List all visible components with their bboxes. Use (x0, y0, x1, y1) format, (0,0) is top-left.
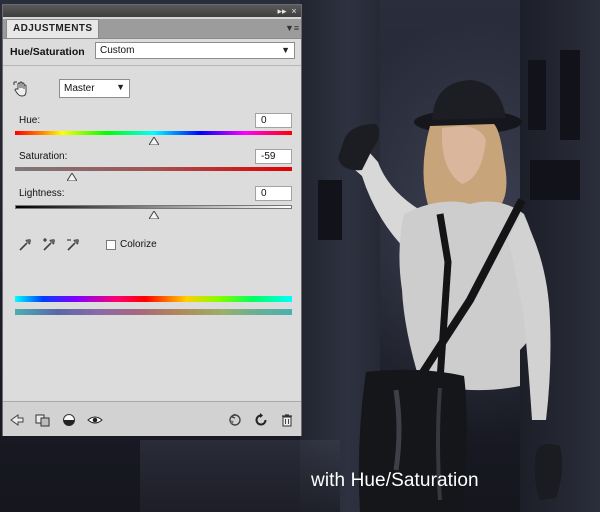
saturation-label: Saturation: (19, 151, 68, 162)
hue-label: Hue: (19, 115, 41, 126)
eye-icon[interactable] (87, 412, 103, 428)
saturation-slider-track[interactable] (15, 167, 292, 171)
reset-icon[interactable] (253, 412, 269, 428)
preset-value: Custom (100, 45, 135, 56)
panel-footer (3, 401, 301, 436)
close-icon[interactable]: × (289, 5, 299, 17)
eyedropper-minus-icon[interactable] (65, 237, 81, 253)
trash-icon[interactable] (279, 412, 295, 428)
lightness-label: Lightness: (19, 188, 65, 199)
lightness-value-field[interactable]: 0 (255, 186, 292, 201)
input-color-spectrum (15, 296, 292, 302)
chevron-down-icon: ▼ (281, 45, 290, 55)
channel-value: Master (64, 83, 95, 94)
view-previous-icon[interactable] (227, 412, 243, 428)
back-arrow-icon[interactable] (9, 412, 25, 428)
saturation-slider-thumb[interactable] (66, 173, 77, 181)
chevron-down-icon: ▼ (116, 82, 125, 92)
panel-body: Hue/Saturation Custom ▼ Master ▼ Hue: 0 … (3, 39, 301, 401)
panel-title-strip[interactable]: ▸▸ × (3, 5, 301, 17)
preset-dropdown[interactable]: Custom ▼ (95, 42, 295, 59)
output-color-spectrum (15, 309, 292, 315)
divider (3, 65, 301, 66)
hue-value-field[interactable]: 0 (255, 113, 292, 128)
caption-text: with Hue/Saturation (311, 470, 479, 491)
targeted-adjustment-hand-icon[interactable] (13, 81, 31, 99)
colorize-label: Colorize (120, 239, 157, 250)
eyedropper-plus-icon[interactable] (41, 237, 57, 253)
visibility-eye-icon[interactable] (61, 412, 77, 428)
colorize-checkbox[interactable] (106, 240, 116, 250)
panel-menu-icon[interactable]: ▼≡ (285, 24, 299, 33)
channel-dropdown[interactable]: Master ▼ (59, 79, 130, 98)
lightness-slider-thumb[interactable] (148, 211, 159, 219)
clip-to-layer-icon[interactable] (35, 412, 51, 428)
tab-adjustments[interactable]: ADJUSTMENTS (6, 19, 100, 38)
double-right-arrow-icon[interactable]: ▸▸ (277, 5, 287, 17)
adjustments-panel: ▸▸ × ADJUSTMENTS ▼≡ Hue/Saturation Custo… (2, 4, 302, 436)
adjustment-title: Hue/Saturation (10, 46, 85, 58)
hue-slider-track[interactable] (15, 131, 292, 135)
saturation-value-field[interactable]: -59 (255, 149, 292, 164)
hue-slider-thumb[interactable] (148, 137, 159, 145)
lightness-slider-track[interactable] (15, 205, 292, 209)
eyedropper-icon[interactable] (17, 237, 33, 253)
